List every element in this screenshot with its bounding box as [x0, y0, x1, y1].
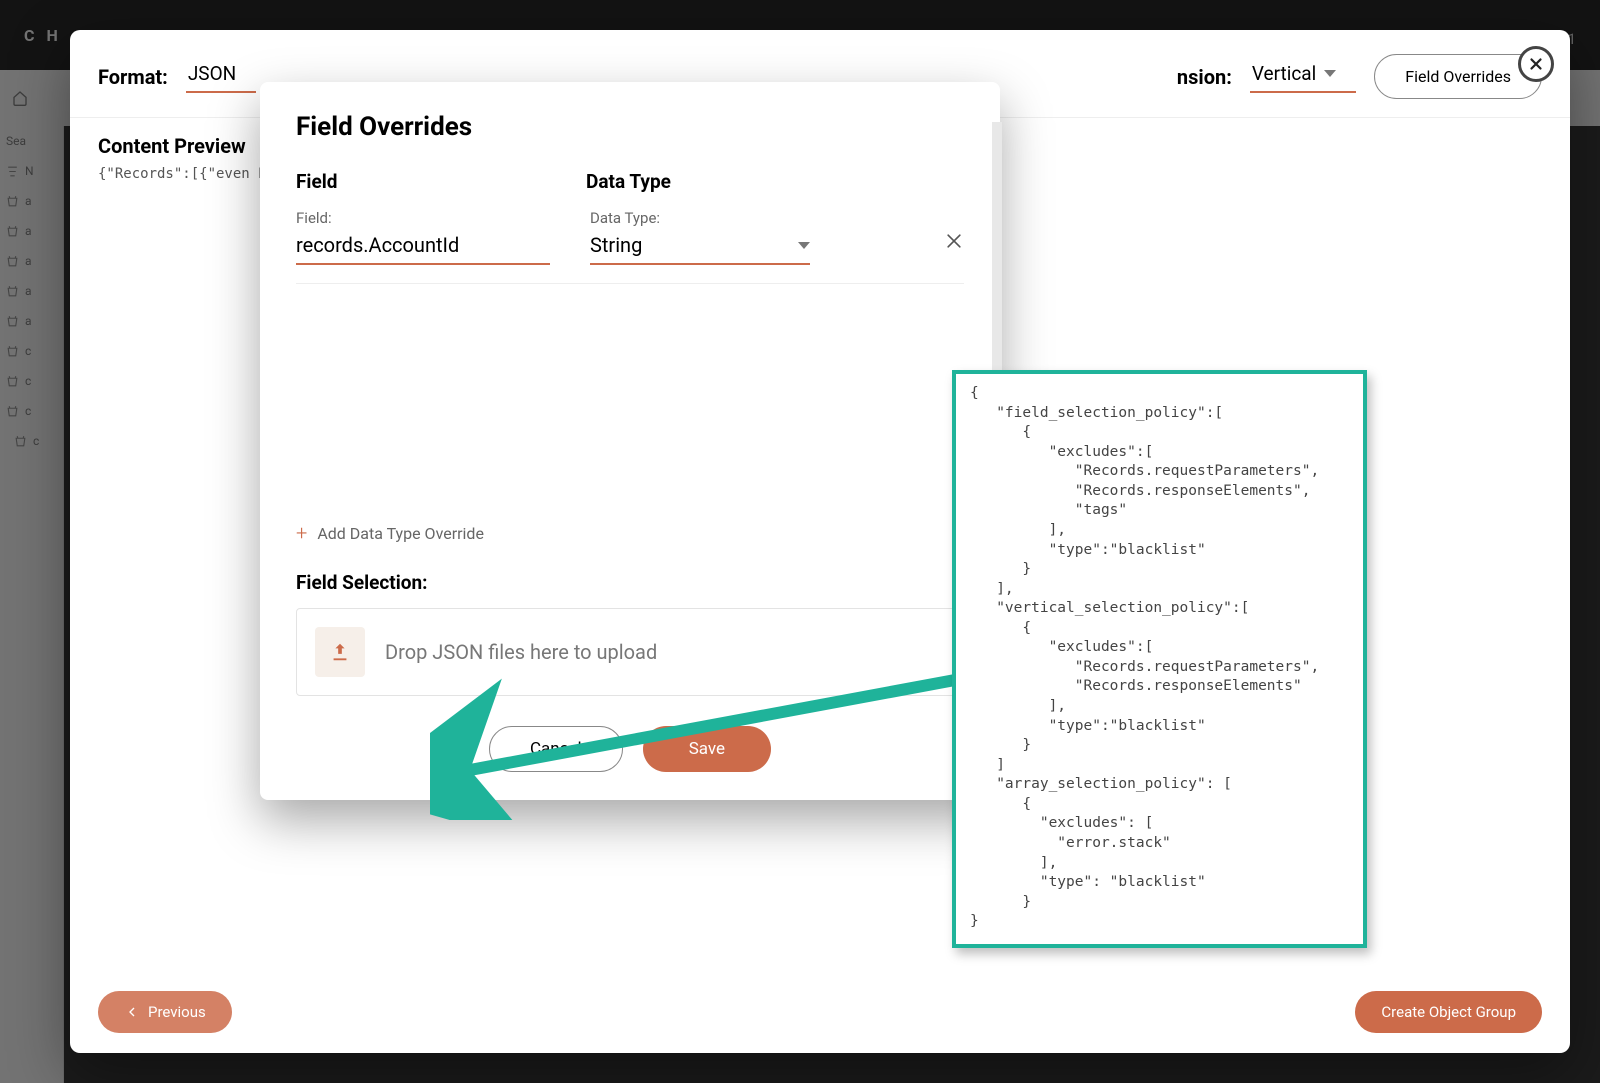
column-headers: Field Data Type — [296, 170, 964, 193]
override-row: Field: Data Type: String — [296, 203, 964, 284]
col-data-type: Data Type — [586, 170, 671, 193]
close-button[interactable] — [1518, 46, 1554, 82]
chevron-down-icon — [1324, 70, 1336, 77]
plus-icon: + — [296, 521, 307, 545]
extension-label: nsion: — [1177, 65, 1232, 89]
dropzone-text: Drop JSON files here to upload — [385, 640, 657, 664]
chevron-down-icon — [798, 242, 810, 249]
create-object-group-button[interactable]: Create Object Group — [1355, 991, 1542, 1033]
remove-override-button[interactable] — [944, 231, 964, 265]
add-override-button[interactable]: + Add Data Type Override — [296, 521, 964, 545]
type-group: Data Type: String — [590, 209, 810, 265]
inner-footer: Cancel Save — [296, 726, 964, 772]
close-icon — [944, 231, 964, 251]
type-label: Data Type: — [590, 209, 810, 227]
field-label: Field: — [296, 209, 550, 227]
arrow-left-icon — [124, 1004, 140, 1020]
outer-footer: Previous Create Object Group — [70, 971, 1570, 1053]
save-button[interactable]: Save — [643, 726, 771, 772]
override-list: Field: Data Type: String — [296, 203, 964, 503]
close-icon — [1527, 55, 1545, 73]
format-label: Format: — [98, 65, 168, 89]
format-select[interactable]: JSON — [186, 60, 256, 93]
field-input[interactable] — [296, 229, 550, 265]
type-select[interactable]: String — [590, 229, 810, 265]
extension-select[interactable]: Vertical — [1250, 60, 1356, 93]
col-field: Field — [296, 170, 546, 193]
modal-title: Field Overrides — [296, 112, 964, 142]
cancel-button[interactable]: Cancel — [489, 726, 623, 772]
field-overrides-button[interactable]: Field Overrides — [1374, 54, 1542, 99]
field-selection-label: Field Selection: — [296, 571, 964, 594]
file-dropzone[interactable]: Drop JSON files here to upload — [296, 608, 964, 696]
callout-json: { "field_selection_policy":[ { "excludes… — [970, 384, 1349, 932]
annotation-callout: { "field_selection_policy":[ { "excludes… — [952, 370, 1367, 948]
field-overrides-modal: Field Overrides Field Data Type Field: D… — [260, 82, 1000, 800]
previous-button[interactable]: Previous — [98, 991, 232, 1033]
field-group: Field: — [296, 209, 550, 265]
upload-icon — [315, 627, 365, 677]
